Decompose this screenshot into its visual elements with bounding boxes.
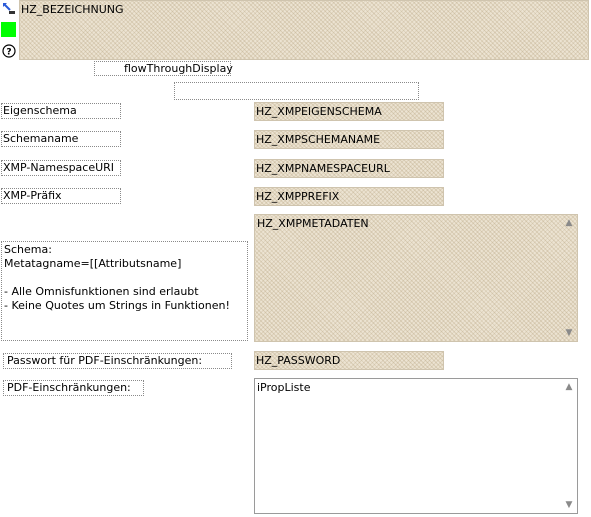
help-icon[interactable]: ?	[2, 44, 16, 58]
scroll-up-icon[interactable]: ▲	[561, 215, 577, 231]
xmp-eigenschema-field[interactable]: HZ_XMPEIGENSCHEMA	[254, 102, 444, 121]
xmp-schemaname-field[interactable]: HZ_XMPSCHEMANAME	[254, 130, 444, 149]
iprop-liste-field[interactable]: iPropListe ▲ ▼	[254, 378, 578, 514]
xmp-namespaceurl-field[interactable]: HZ_XMPNAMESPACEURL	[254, 159, 444, 178]
schemaname-label: Schemaname	[1, 131, 121, 147]
namespace-uri-label: XMP-NamespaceURI	[1, 160, 121, 176]
scroll-down-icon[interactable]: ▼	[561, 497, 577, 513]
color-swatch[interactable]	[1, 22, 16, 37]
link-icon[interactable]	[1, 1, 17, 17]
iprop-scrollbar[interactable]: ▲ ▼	[561, 379, 577, 513]
scroll-down-icon[interactable]: ▼	[561, 325, 577, 341]
password-field[interactable]: HZ_PASSWORD	[254, 351, 444, 370]
password-label: Passwort für PDF-Einschränkungen:	[3, 353, 232, 369]
prefix-label: XMP-Präfix	[1, 188, 121, 204]
flow-through-display: flowThroughDisplay	[94, 61, 233, 76]
flow-through-box	[174, 82, 419, 100]
bezeichnung-field[interactable]: HZ_BEZEICHNUNG	[19, 0, 589, 60]
bezeichnung-value: HZ_BEZEICHNUNG	[21, 3, 124, 16]
eigenschema-label: Eigenschema	[1, 103, 121, 119]
pdf-restrictions-label: PDF-Einschränkungen:	[3, 380, 144, 396]
schema-help-text: Schema: Metatagname=[[Attributsname] - A…	[1, 241, 248, 341]
metadaten-scrollbar[interactable]: ▲ ▼	[561, 215, 577, 341]
xmp-prefix-field[interactable]: HZ_XMPPREFIX	[254, 187, 444, 206]
scroll-up-icon[interactable]: ▲	[561, 379, 577, 395]
xmp-metadaten-field[interactable]: HZ_XMPMETADATEN ▲ ▼	[254, 214, 578, 342]
svg-text:?: ?	[6, 48, 11, 58]
flow-through-label: flowThroughDisplay	[124, 62, 233, 75]
